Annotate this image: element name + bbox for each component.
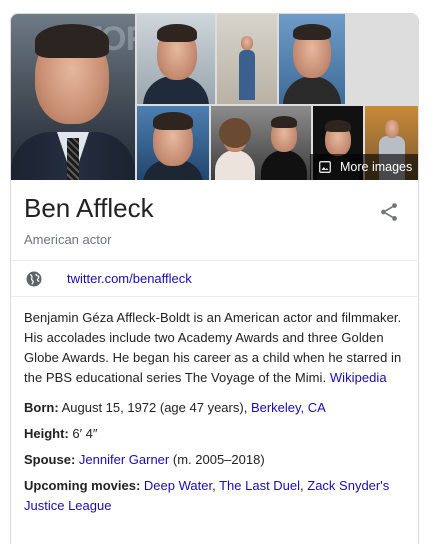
- fact-spouse-label: Spouse:: [24, 452, 76, 467]
- image-gallery: TOR: [11, 14, 418, 180]
- thumbnail-photo[interactable]: [137, 106, 209, 180]
- fact-upcoming-movies-label: Upcoming movies:: [24, 478, 141, 493]
- image-icon: [319, 161, 331, 173]
- thumbnail-photo[interactable]: [137, 14, 215, 104]
- fact-height: Height: 6′ 4″: [24, 424, 405, 444]
- facts-list: Born: August 15, 1972 (age 47 years), Be…: [11, 388, 418, 516]
- globe-icon: [26, 271, 42, 287]
- thumbnail-photo[interactable]: [279, 14, 345, 104]
- entity-subtitle: American actor: [24, 232, 112, 247]
- main-photo[interactable]: TOR: [11, 14, 135, 180]
- movie-link-deep-water[interactable]: Deep Water: [144, 478, 212, 493]
- more-images-label: More images: [340, 160, 413, 174]
- photo-hair: [35, 24, 109, 58]
- thumbnail-photo[interactable]: [211, 106, 311, 180]
- spouse-link[interactable]: Jennifer Garner: [79, 452, 169, 467]
- twitter-link[interactable]: twitter.com/benaffleck: [67, 271, 192, 286]
- description: Benjamin Géza Affleck-Boldt is an Americ…: [11, 297, 418, 388]
- fact-height-label: Height:: [24, 426, 69, 441]
- movie-link-last-duel[interactable]: The Last Duel: [219, 478, 300, 493]
- birthplace-link[interactable]: Berkeley, CA: [251, 400, 326, 415]
- fact-born-value: August 15, 1972 (age 47 years),: [61, 400, 248, 415]
- fact-upcoming-movies: Upcoming movies: Deep Water, The Last Du…: [24, 478, 390, 513]
- fact-spouse-value: (m. 2005–2018): [172, 452, 265, 467]
- fact-spouse: Spouse: Jennifer Garner (m. 2005–2018): [24, 450, 405, 470]
- wikipedia-link[interactable]: Wikipedia: [330, 370, 387, 385]
- website-row: twitter.com/benaffleck: [11, 261, 418, 297]
- knowledge-panel: TOR: [10, 13, 419, 544]
- thumbnail-photo[interactable]: [217, 14, 277, 104]
- fact-born-label: Born:: [24, 400, 59, 415]
- more-images-button[interactable]: More images: [310, 154, 418, 180]
- entity-header: Ben Affleck American actor: [11, 180, 418, 261]
- entity-name: Ben Affleck: [24, 193, 154, 223]
- fact-height-value: 6′ 4″: [72, 426, 98, 441]
- fact-born: Born: August 15, 1972 (age 47 years), Be…: [24, 398, 405, 418]
- photo-tie: [67, 138, 79, 180]
- share-icon[interactable]: [378, 201, 400, 223]
